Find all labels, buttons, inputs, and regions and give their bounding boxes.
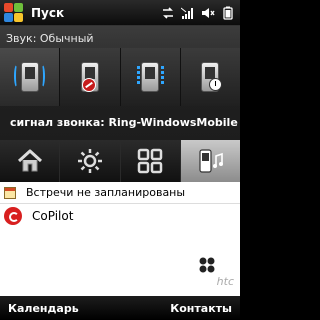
tab-sound[interactable] [180,140,240,182]
tab-programs[interactable] [120,140,181,182]
sound-profile-header: Звук: Обычный [6,32,94,45]
profile-scheduled-button[interactable] [180,48,240,106]
appointments-row[interactable]: Встречи не запланированы [0,182,240,204]
start-menu-title[interactable]: Пуск [31,6,64,20]
phone-vibrate-icon [141,62,160,92]
sync-icon[interactable] [161,6,175,20]
calendar-icon [4,186,16,199]
softkey-left-calendar[interactable]: Календарь [8,302,79,315]
softkey-bar: Календарь Контакты [0,296,240,320]
ringtone-label[interactable]: сигнал звонка: Ring-WindowsMobile [0,106,240,140]
softkey-right-contacts[interactable]: Контакты [170,302,232,315]
vibrate-lines-icon [160,66,164,86]
appointments-label: Встречи не запланированы [26,186,186,199]
copilot-label: CoPilot [32,209,74,223]
sun-icon [77,149,102,173]
clock-badge-icon [208,78,222,91]
volume-icon[interactable] [201,6,215,20]
profile-silent-button[interactable] [60,48,121,106]
copilot-row[interactable]: CoPilot [0,204,240,228]
today-screen: Встречи не запланированы CoPilot htc [0,182,240,296]
phone-music-icon [199,149,224,173]
sound-wave-icon [39,64,46,88]
profile-vibrate-button[interactable] [120,48,181,106]
copilot-icon [4,207,22,225]
tab-home[interactable] [0,140,61,182]
tab-weather[interactable] [60,140,121,182]
vibrate-lines-icon [136,66,140,86]
phone-ring-icon [20,62,39,92]
htc-mark-icon [199,257,215,273]
status-bar: Пуск [0,0,240,26]
sound-wave-icon [14,64,20,88]
today-tab-bar [0,140,240,182]
htc-logo: htc [216,275,234,288]
profile-ring-button[interactable] [0,48,61,106]
battery-icon[interactable] [221,6,235,20]
apps-grid-icon [137,148,163,174]
signal-strength-icon[interactable] [181,6,195,20]
start-logo[interactable] [3,2,25,24]
sound-profile-selector [0,48,240,106]
home-icon [17,149,42,172]
